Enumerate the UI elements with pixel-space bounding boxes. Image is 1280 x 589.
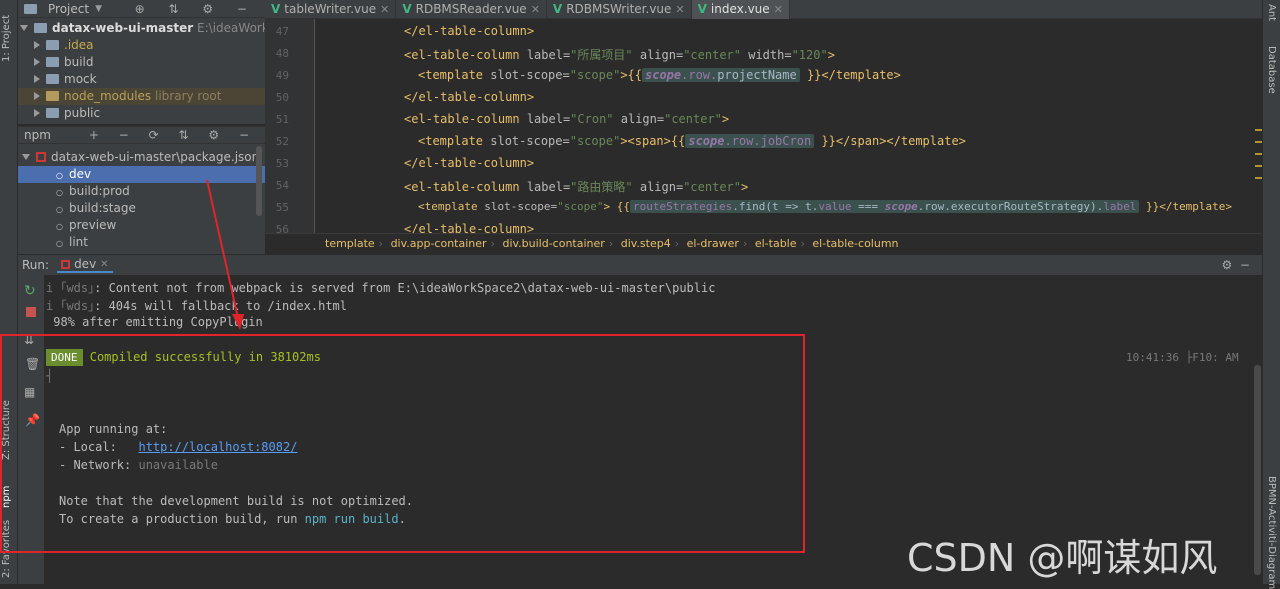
watermark: CSDN @啊谋如风 bbox=[907, 536, 1218, 580]
annotation-arrow bbox=[206, 179, 239, 319]
annotation-arrow-layer bbox=[206, 179, 244, 330]
annotation-arrow-head bbox=[232, 314, 244, 330]
